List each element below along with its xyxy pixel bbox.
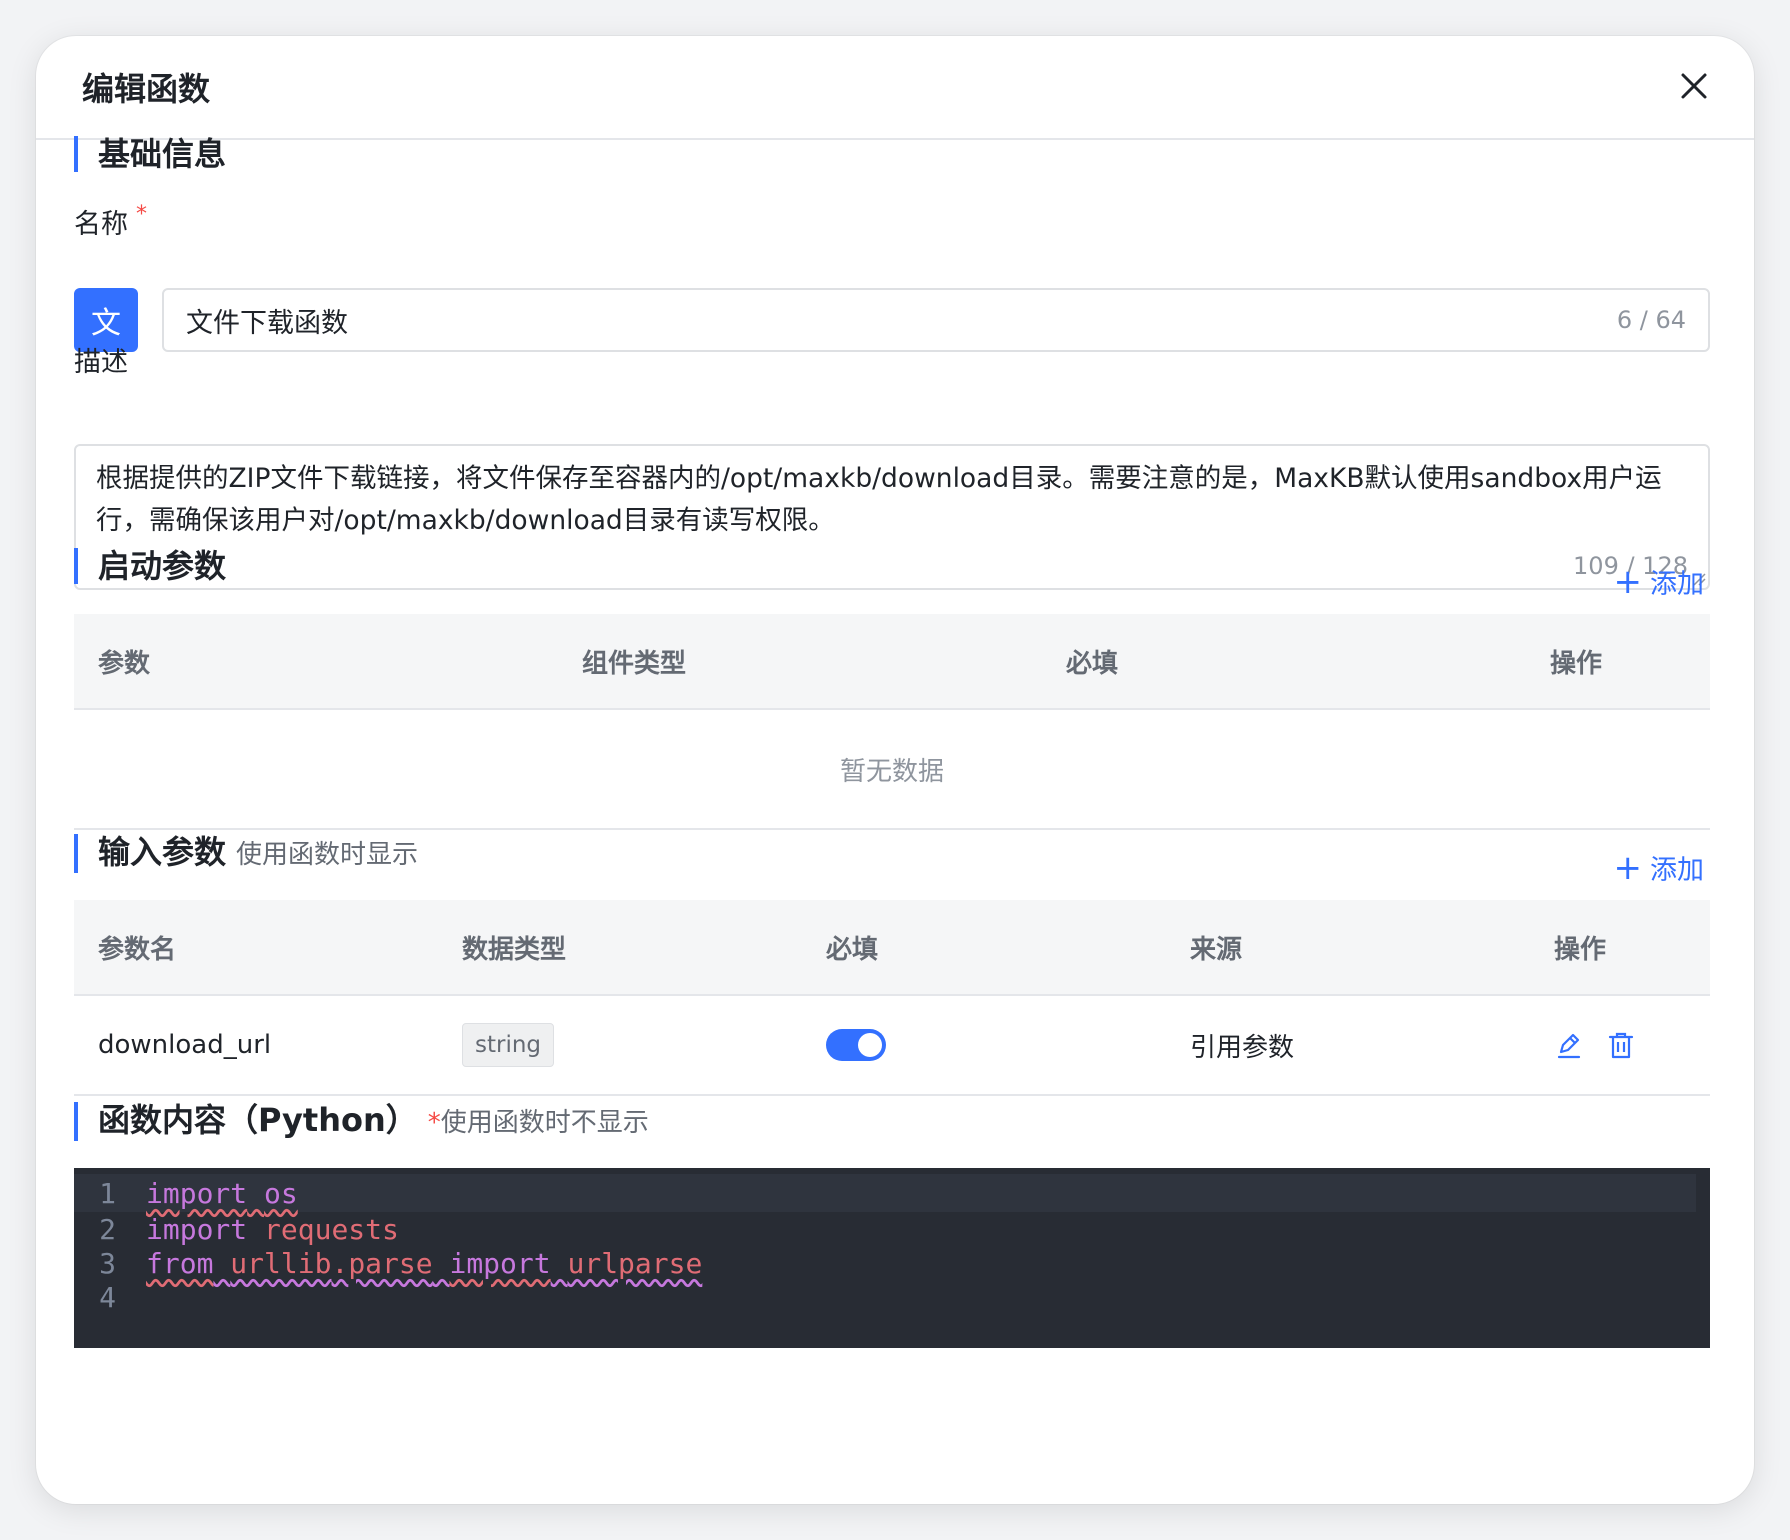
data-type-tag: string: [462, 1023, 555, 1067]
startup-params-empty: 暂无数据: [74, 710, 1710, 830]
col-actions: 操作: [1550, 648, 1603, 679]
col-param-name: 参数名: [98, 934, 177, 965]
section-title-input-text: 输入参数: [98, 833, 227, 871]
section-title-code-text: 函数内容（Python）: [98, 1101, 418, 1139]
line-number: 1: [99, 1176, 116, 1210]
startup-params-header: 参数 组件类型 必填 操作: [74, 614, 1710, 710]
name-input-value: 文件下载函数: [186, 307, 348, 339]
edit-function-dialog: 编辑函数 基础信息 名称 * 文 文件下载函数 6 / 64 描述 根据提供的ZI…: [36, 36, 1754, 1504]
section-title-startup-text: 启动参数: [98, 547, 227, 585]
code-line: 4: [74, 1278, 1710, 1316]
add-input-param-label: 添加: [1650, 855, 1704, 886]
startup-params-table: 参数 组件类型 必填 操作 暂无数据: [74, 614, 1710, 830]
required-cell: [802, 1029, 1166, 1061]
actions-cell: [1530, 1030, 1710, 1060]
section-title-basic-text: 基础信息: [98, 135, 227, 173]
add-startup-param-label: 添加: [1650, 569, 1704, 600]
line-number: 3: [99, 1246, 116, 1280]
col-actions: 操作: [1554, 934, 1607, 965]
section-title-startup: 启动参数: [74, 548, 226, 584]
code-text: from urllib.parse import urlparse: [146, 1246, 703, 1280]
delete-param-button[interactable]: [1606, 1030, 1636, 1060]
dialog-title: 编辑函数: [82, 70, 211, 108]
line-number: 2: [99, 1212, 116, 1246]
plus-icon: +: [1613, 561, 1643, 602]
section-title-basic: 基础信息: [74, 136, 226, 172]
input-params-table: 参数名 数据类型 必填 来源 操作 download_url string 引用…: [74, 900, 1710, 1096]
add-startup-param-button[interactable]: + 添加: [1614, 562, 1705, 601]
source-cell: 引用参数: [1190, 1032, 1295, 1063]
name-input[interactable]: 文件下载函数 6 / 64: [162, 288, 1710, 352]
col-component-type: 组件类型: [582, 648, 687, 679]
section-code-subtitle: 使用函数时不显示: [440, 1108, 649, 1138]
col-required: 必填: [826, 934, 879, 965]
dialog-header: 编辑函数: [36, 36, 1754, 140]
col-param: 参数: [98, 648, 151, 679]
table-row: download_url string 引用参数: [74, 996, 1710, 1096]
code-line: 3 from urllib.parse import urlparse: [74, 1244, 1710, 1282]
name-char-count: 6 / 64: [1616, 306, 1686, 334]
edit-param-button[interactable]: [1554, 1030, 1584, 1060]
input-params-header: 参数名 数据类型 必填 来源 操作: [74, 900, 1710, 996]
toggle-knob: [858, 1033, 882, 1057]
close-button[interactable]: [1674, 66, 1714, 106]
code-text: import requests: [146, 1212, 399, 1246]
code-line: 2 import requests: [74, 1210, 1710, 1248]
close-icon: [1681, 73, 1707, 99]
description-value: 根据提供的ZIP文件下载链接，将文件保存至容器内的/opt/maxkb/down…: [96, 463, 1662, 536]
col-required: 必填: [1066, 648, 1119, 679]
desc-label: 描述: [74, 347, 128, 378]
col-data-type: 数据类型: [462, 934, 567, 965]
param-name-cell: download_url: [98, 1030, 272, 1060]
required-mark: *: [136, 202, 147, 227]
add-input-param-button[interactable]: + 添加: [1614, 848, 1705, 887]
code-required-mark: *: [427, 1108, 441, 1138]
required-toggle[interactable]: [826, 1029, 886, 1061]
line-number: 4: [99, 1280, 116, 1314]
trash-icon: [1608, 1032, 1634, 1059]
code-editor[interactable]: 1 import os 2 import requests 3 from url…: [74, 1168, 1710, 1348]
plus-icon: +: [1613, 847, 1643, 888]
section-input-subtitle: 使用函数时显示: [236, 840, 419, 870]
section-title-code: 函数内容（Python） *使用函数时不显示: [74, 1102, 649, 1141]
data-type-cell: string: [438, 1023, 802, 1067]
edit-icon: [1557, 1033, 1581, 1059]
section-title-input: 输入参数 使用函数时显示: [74, 834, 418, 873]
col-source: 来源: [1190, 934, 1243, 965]
description-textarea[interactable]: 根据提供的ZIP文件下载链接，将文件保存至容器内的/opt/maxkb/down…: [74, 444, 1710, 590]
name-label-text: 名称: [74, 209, 128, 240]
code-text: import os: [146, 1176, 298, 1210]
code-line: 1 import os: [74, 1174, 1696, 1212]
name-label: 名称 *: [74, 202, 147, 241]
